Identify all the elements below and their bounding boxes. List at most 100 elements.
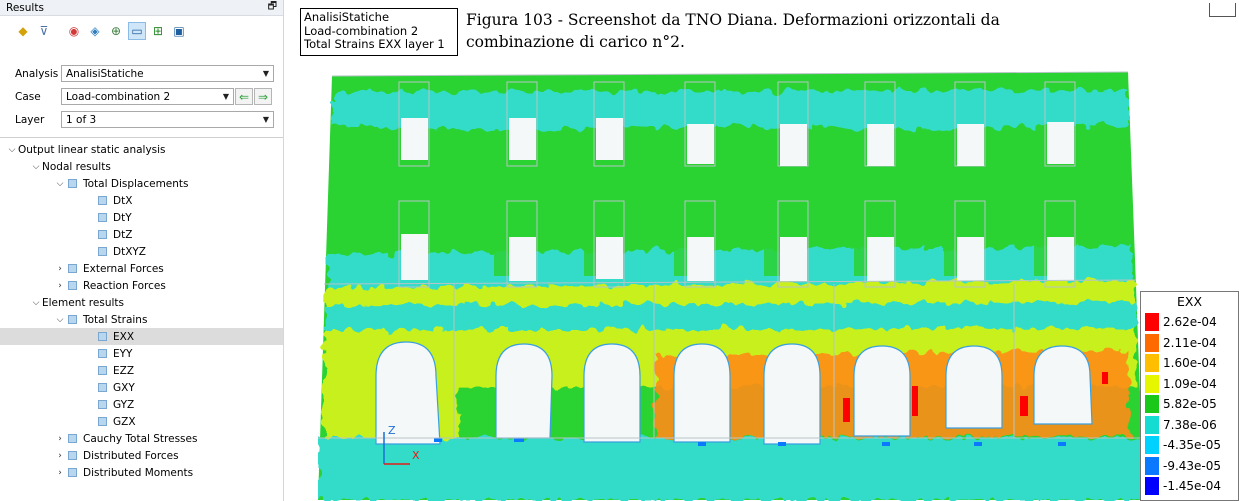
chevron-right-icon[interactable]: › (54, 434, 66, 444)
results-toolbar: ◆ ⊽ ◉ ◈ ⊕ ▭ ⊞ ▣ (14, 22, 188, 40)
cyan-band-top (332, 90, 1128, 130)
tree-item-dtxyz[interactable]: DtXYZ (0, 243, 283, 260)
legend-item: -1.45e-04 (1145, 477, 1221, 495)
tree-item-cauchy-total-stresses[interactable]: › Cauchy Total Stresses (0, 430, 283, 447)
chevron-right-icon[interactable]: › (54, 281, 66, 291)
chevron-down-icon[interactable]: ⌵ (54, 179, 66, 189)
tree-item-gyz[interactable]: GYZ (0, 396, 283, 413)
layer-label: Layer (15, 113, 45, 126)
chevron-right-icon[interactable]: › (54, 264, 66, 274)
mesh-plot-icon[interactable]: ⊕ (107, 22, 125, 40)
tree-item-label: EXX (113, 330, 135, 343)
shaded-plot-icon[interactable]: ◈ (86, 22, 104, 40)
tree-item-distributed-forces[interactable]: › Distributed Forces (0, 447, 283, 464)
previous-case-icon[interactable]: ⇐ (235, 88, 253, 105)
tree-item-label: GXY (113, 381, 135, 394)
tree-item-total-displacements[interactable]: ⌵ Total Displacements (0, 175, 283, 192)
chevron-down-icon[interactable]: ⌵ (30, 162, 42, 172)
chevron-down-icon[interactable]: ⌵ (6, 145, 18, 155)
axis-x-label: X (412, 449, 420, 462)
result-component-icon (98, 383, 107, 392)
filter-icon[interactable]: ⊽ (35, 22, 53, 40)
legend-value: 1.09e-04 (1163, 376, 1217, 391)
legend-swatch (1145, 354, 1159, 372)
legend-value: 7.38e-06 (1163, 417, 1217, 432)
legend-item: 5.82e-05 (1145, 395, 1217, 413)
tree-item-label: DtZ (113, 228, 133, 241)
legend-swatch (1145, 436, 1159, 454)
frame-plot-icon[interactable]: ▣ (170, 22, 188, 40)
case-value: Load-combination 2 (66, 90, 171, 103)
legend-swatch (1145, 374, 1159, 393)
layer-dropdown[interactable]: 1 of 3 ▼ (61, 111, 274, 128)
load-case-text: Load-combination 2 (304, 23, 419, 38)
chevron-right-icon[interactable]: › (54, 451, 66, 461)
result-type-icon (68, 451, 77, 460)
legend-item: 2.11e-04 (1145, 333, 1217, 352)
result-component-icon (98, 400, 107, 409)
tree-item-ezz[interactable]: EZZ (0, 362, 283, 379)
tree-item-reaction-forces[interactable]: › Reaction Forces (0, 277, 283, 294)
result-type-icon (68, 315, 77, 324)
legend-item: 1.60e-04 (1145, 354, 1217, 372)
layer-value: 1 of 3 (66, 113, 97, 126)
tree-item-exx[interactable]: EXX (0, 328, 283, 345)
contour-plot-icon[interactable]: ◉ (65, 22, 83, 40)
element-plot-icon[interactable]: ▭ (128, 22, 146, 40)
case-dropdown[interactable]: Load-combination 2 ▼ (61, 88, 234, 105)
result-component-icon (98, 417, 107, 426)
tree-item-label: Nodal results (42, 160, 111, 173)
results-colormap-icon[interactable]: ◆ (14, 22, 32, 40)
tree-item-label: GZX (113, 415, 136, 428)
legend-item: 7.38e-06 (1145, 415, 1217, 434)
strain-contour-plot[interactable]: Z X (318, 66, 1146, 501)
tree-item-label: Element results (42, 296, 124, 309)
analysis-row: Analysis AnalisiStatiche ▼ (15, 65, 274, 82)
legend-swatch (1145, 395, 1159, 413)
tree-item-external-forces[interactable]: › External Forces (0, 260, 283, 277)
result-component-icon (98, 196, 107, 205)
color-legend: EXX 2.62e-04 2.11e-04 1.60e-04 1.09e-04 5.82… (1140, 291, 1239, 501)
case-row: Case Load-combination 2 ▼ ⇐ ⇒ (15, 88, 272, 105)
analysis-dropdown[interactable]: AnalisiStatiche ▼ (61, 65, 274, 82)
model-viewport[interactable]: Z X (318, 66, 1146, 501)
panel-header: Results 🗗 (0, 0, 283, 16)
chevron-down-icon: ▼ (262, 115, 269, 124)
tree-item-dty[interactable]: DtY (0, 209, 283, 226)
legend-title: EXX (1176, 294, 1203, 309)
result-type-icon (68, 281, 77, 290)
case-label: Case (15, 90, 41, 103)
chevron-down-icon[interactable]: ⌵ (30, 298, 42, 308)
window-corner-control (1209, 3, 1236, 17)
tree-item-label: DtXYZ (113, 245, 147, 258)
legend-item: 1.09e-04 (1145, 374, 1217, 393)
result-type-icon (68, 179, 77, 188)
tree-item-label: Total Displacements (83, 177, 189, 190)
results-panel: Results 🗗 ◆ ⊽ ◉ ◈ ⊕ ▭ ⊞ ▣ Analysis Anali… (0, 0, 284, 501)
tree-item-element-results[interactable]: ⌵ Element results (0, 294, 283, 311)
restore-window-icon[interactable]: 🗗 (268, 0, 277, 16)
tree-item-gxy[interactable]: GXY (0, 379, 283, 396)
legend-value: 2.11e-04 (1163, 335, 1217, 350)
tree-item-dtz[interactable]: DtZ (0, 226, 283, 243)
tree-item-label: EYY (113, 347, 133, 360)
result-component-icon (98, 366, 107, 375)
tree-item-output[interactable]: ⌵ Output linear static analysis (0, 141, 283, 158)
legend-item: -4.35e-05 (1145, 436, 1221, 454)
tree-item-dtx[interactable]: DtX (0, 192, 283, 209)
chevron-down-icon[interactable]: ⌵ (54, 315, 66, 325)
grid-plot-icon[interactable]: ⊞ (149, 22, 167, 40)
tree-item-gzx[interactable]: GZX (0, 413, 283, 430)
legend-swatch (1145, 456, 1159, 475)
legend-item: 2.62e-04 (1145, 313, 1217, 331)
tree-item-eyy[interactable]: EYY (0, 345, 283, 362)
tree-item-total-strains[interactable]: ⌵ Total Strains (0, 311, 283, 328)
chevron-right-icon[interactable]: › (54, 468, 66, 478)
tree-item-label: EZZ (113, 364, 135, 377)
legend-value: 5.82e-05 (1163, 397, 1217, 411)
result-quantity-text: Total Strains EXX layer 1 (304, 37, 445, 51)
analysis-label: Analysis (15, 67, 59, 80)
tree-item-nodal-results[interactable]: ⌵ Nodal results (0, 158, 283, 175)
tree-item-distributed-moments[interactable]: › Distributed Moments (0, 464, 283, 481)
next-case-icon[interactable]: ⇒ (254, 88, 272, 105)
